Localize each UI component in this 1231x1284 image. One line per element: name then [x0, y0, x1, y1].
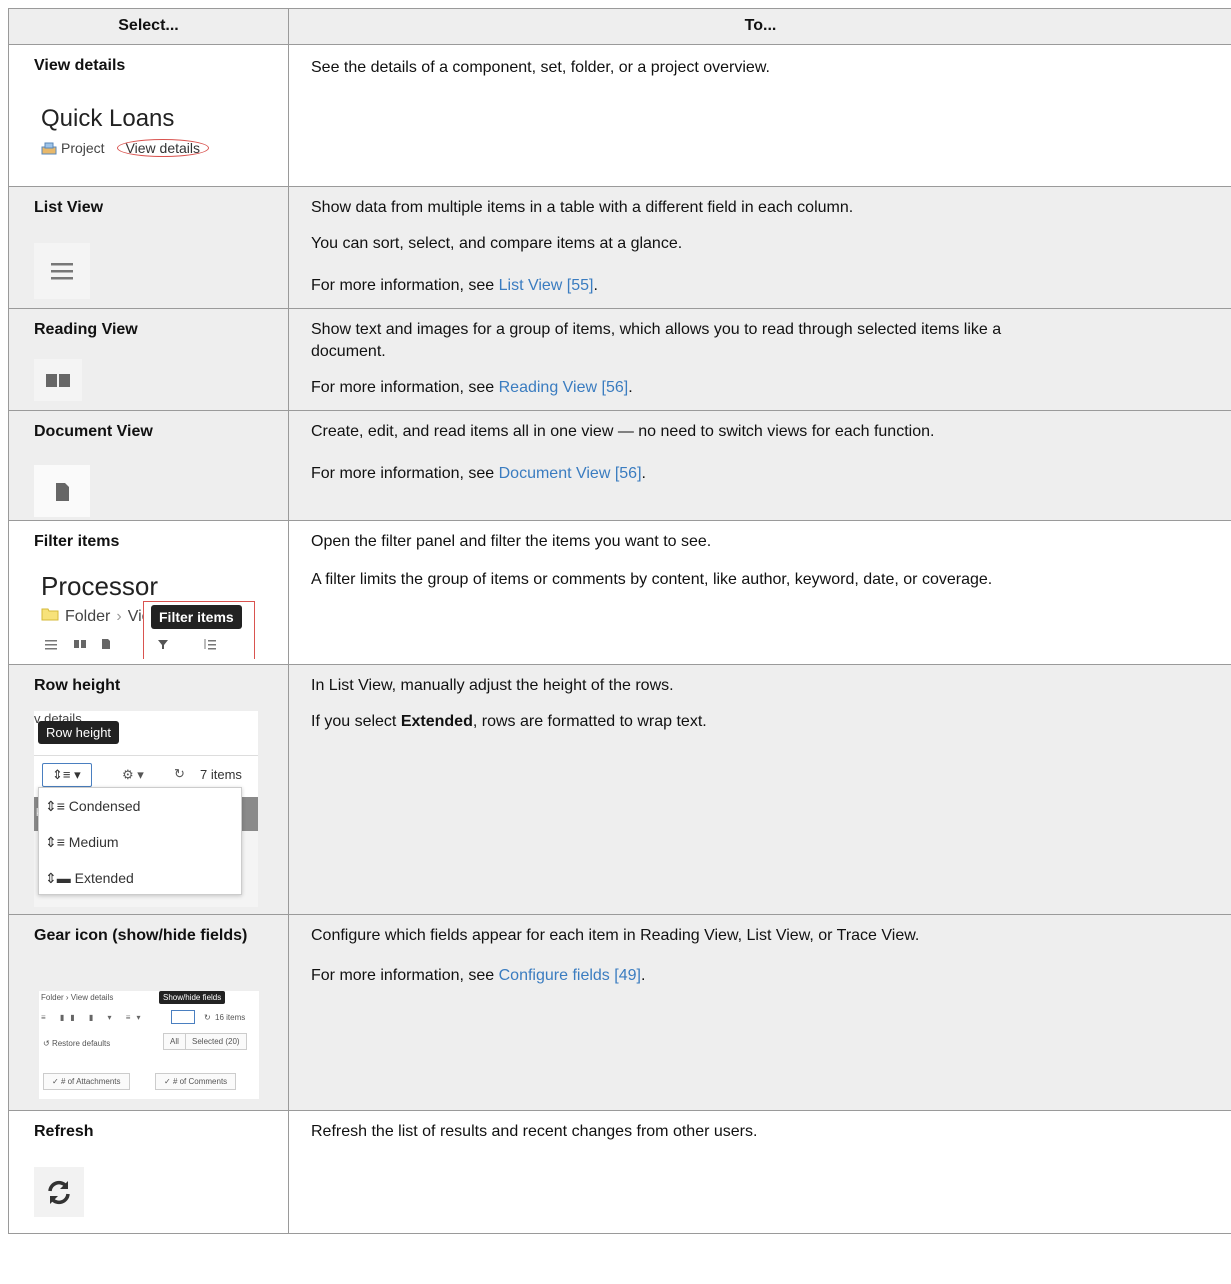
comments-chip[interactable]: ✓ # of Comments [155, 1073, 237, 1090]
row-label: Gear icon (show/hide fields) [34, 927, 248, 944]
configure-fields-link[interactable]: Configure fields [49] [499, 967, 641, 984]
row-label: View details [34, 57, 126, 74]
gear-icon[interactable]: ⚙ ▾ [122, 767, 144, 783]
table-row: Document View Create, edit, and read ite… [9, 411, 1231, 521]
row-height-menu: ⇕≡ Condensed ⇕≡ Medium ⇕▬ Extended [38, 787, 242, 895]
reading-view-icon[interactable] [73, 638, 87, 653]
row-label: Reading View [34, 321, 138, 338]
row-height-icon: ⇕≡ ▾ [52, 767, 81, 782]
restore-defaults[interactable]: ↺ Restore defaults [43, 1039, 110, 1048]
table-header: Select... To... [9, 9, 1231, 45]
row-text: Show data from multiple items in a table… [311, 199, 854, 216]
gear-thumbnail: Folder › View details Show/hide fields ≡… [39, 991, 259, 1099]
table-row: Reading View Show text and images for a … [9, 309, 1231, 411]
row-text: A filter limits the group of items or co… [311, 571, 993, 588]
table-row: List View Show data from multiple items … [9, 187, 1231, 309]
reference-table: Select... To... View details Quick Loans… [8, 8, 1231, 1234]
selected-button[interactable]: Selected (20) [185, 1033, 247, 1050]
row-label: Document View [34, 423, 153, 440]
table-row: Filter items Processor Folder › View det… [9, 521, 1231, 665]
view-details-link[interactable]: View details [116, 139, 210, 157]
more-info: For more information, see List View [55]… [311, 277, 598, 294]
table-row: Refresh Refresh the list of results and … [9, 1111, 1231, 1233]
table-row: Gear icon (show/hide fields) Folder › Vi… [9, 915, 1231, 1111]
folder-title: Processor [41, 571, 159, 601]
more-info: For more information, see Configure fiel… [311, 967, 646, 984]
item-count: 16 items [215, 1013, 246, 1022]
all-button[interactable]: All [163, 1033, 186, 1050]
row-text: Refresh the list of results and recent c… [311, 1123, 758, 1140]
filter-items-thumbnail: Processor Folder › View details Filter i… [39, 567, 257, 659]
header-to: To... [744, 17, 777, 34]
item-count: 7 items [200, 767, 242, 782]
menu-item-medium[interactable]: ⇕≡ Medium [45, 834, 119, 851]
view-toolbar [43, 637, 217, 654]
table-row: View details Quick Loans Project View de… [9, 45, 1231, 187]
row-text: See the details of a component, set, fol… [311, 59, 770, 76]
view-details-thumbnail: Quick Loans Project View details [41, 105, 261, 175]
project-title: Quick Loans [41, 105, 175, 132]
gear-icon[interactable] [171, 1010, 195, 1024]
filter-items-tooltip: Filter items [151, 605, 242, 629]
show-hide-tooltip: Show/hide fields [159, 991, 226, 1004]
list-view-icon[interactable] [43, 637, 59, 654]
refresh-icon[interactable]: ↻ [204, 1013, 211, 1022]
menu-item-extended[interactable]: ⇕▬ Extended [45, 870, 134, 887]
list-view-link[interactable]: List View [55] [499, 277, 594, 294]
row-text: If you select Extended, rows are formatt… [311, 713, 707, 730]
row-label: List View [34, 199, 104, 216]
refresh-icon[interactable]: ↻ [174, 766, 185, 782]
row-text: document. [311, 343, 386, 360]
row-text: Configure which fields appear for each i… [311, 927, 920, 944]
table-row: Row height v details Row height ⇕≡ ▾ ⚙ ▾… [9, 665, 1231, 915]
attachments-chip[interactable]: ✓ # of Attachments [43, 1073, 130, 1090]
document-view-icon [34, 465, 90, 517]
row-label: Refresh [34, 1123, 94, 1140]
row-text: Open the filter panel and filter the ite… [311, 533, 712, 550]
menu-item-condensed[interactable]: ⇕≡ Condensed [45, 798, 140, 815]
row-text: You can sort, select, and compare items … [311, 235, 683, 252]
project-type: Project [61, 140, 105, 156]
more-info: For more information, see Reading View [… [311, 379, 633, 396]
reading-view-icon [34, 359, 82, 401]
row-text: Create, edit, and read items all in one … [311, 423, 935, 440]
row-label: Filter items [34, 533, 120, 550]
toolbar-icons: ≡ ▮▮ ▮ ▾ ≡▾ [41, 1013, 147, 1022]
breadcrumb: Folder › View details [41, 993, 114, 1002]
row-height-tooltip: Row height [38, 721, 120, 744]
row-text: Show text and images for a group of item… [311, 321, 1002, 338]
document-view-link[interactable]: Document View [56] [499, 465, 642, 482]
more-info: For more information, see Document View … [311, 465, 646, 482]
document-view-icon[interactable] [101, 638, 111, 653]
row-height-icon[interactable] [203, 638, 217, 653]
folder-icon [41, 607, 59, 626]
row-height-thumbnail: v details Row height ⇕≡ ▾ ⚙ ▾ ↻ 7 items … [34, 711, 258, 907]
row-text: In List View, manually adjust the height… [311, 677, 674, 694]
header-select: Select... [9, 9, 289, 44]
reading-view-link[interactable]: Reading View [56] [499, 379, 629, 396]
filter-icon[interactable] [157, 638, 169, 653]
list-view-icon [34, 243, 90, 299]
refresh-icon [34, 1167, 84, 1217]
folder-type: Folder [65, 607, 111, 625]
project-icon [41, 141, 57, 155]
row-label: Row height [34, 677, 121, 694]
